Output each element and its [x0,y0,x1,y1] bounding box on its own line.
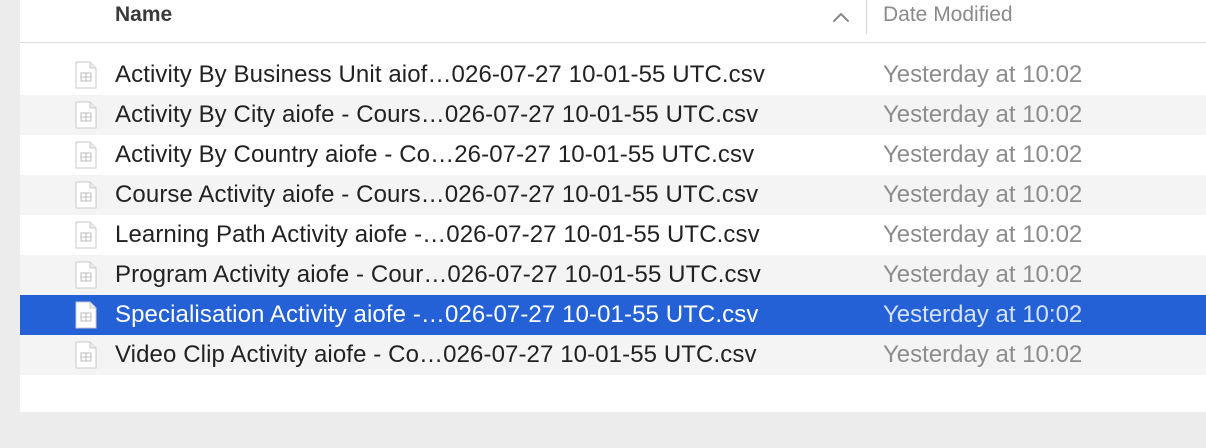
file-row[interactable]: Program Activity aiofe - Cour…026-07-27 … [20,255,1206,295]
file-date-modified: Yesterday at 10:02 [883,141,1083,168]
date-modified-column-header[interactable]: Date Modified [883,3,1013,27]
chevron-up-icon[interactable] [830,8,852,26]
file-name: Learning Path Activity aiofe -…026-07-27… [115,221,760,248]
csv-file-icon [75,341,97,369]
file-name: Program Activity aiofe - Cour…026-07-27 … [115,261,761,288]
file-date-modified: Yesterday at 10:02 [883,61,1083,88]
csv-file-icon [75,221,97,249]
file-row-selected[interactable]: Specialisation Activity aiofe -…026-07-2… [20,295,1206,335]
file-date-modified: Yesterday at 10:02 [883,301,1083,328]
file-name: Activity By Business Unit aiof…026-07-27… [115,61,765,88]
csv-file-icon [75,301,97,329]
sidebar-edge [0,0,20,448]
file-row[interactable]: Activity By Business Unit aiof…026-07-27… [20,55,1206,95]
file-row[interactable]: Learning Path Activity aiofe -…026-07-27… [20,215,1206,255]
column-divider[interactable] [866,0,867,34]
csv-file-icon [75,261,97,289]
file-date-modified: Yesterday at 10:02 [883,341,1083,368]
csv-file-icon [75,61,97,89]
file-name: Course Activity aiofe - Cours…026-07-27 … [115,181,759,208]
file-name: Activity By Country aiofe - Co…26-07-27 … [115,141,755,168]
file-name: Video Clip Activity aiofe - Co…026-07-27… [115,341,757,368]
file-rows: Activity By Business Unit aiof…026-07-27… [20,55,1206,375]
file-date-modified: Yesterday at 10:02 [883,221,1083,248]
name-column-header[interactable]: Name [115,3,172,27]
finder-window: Name Date Modified Activity By Business … [0,0,1206,448]
csv-file-icon [75,141,97,169]
file-row[interactable]: Activity By City aiofe - Cours…026-07-27… [20,95,1206,135]
file-date-modified: Yesterday at 10:02 [883,101,1083,128]
file-date-modified: Yesterday at 10:02 [883,261,1083,288]
column-header: Name Date Modified [20,0,1206,43]
file-name: Specialisation Activity aiofe -…026-07-2… [115,301,759,328]
file-date-modified: Yesterday at 10:02 [883,181,1083,208]
file-row[interactable]: Course Activity aiofe - Cours…026-07-27 … [20,175,1206,215]
csv-file-icon [75,101,97,129]
csv-file-icon [75,181,97,209]
file-row[interactable]: Video Clip Activity aiofe - Co…026-07-27… [20,335,1206,375]
file-name: Activity By City aiofe - Cours…026-07-27… [115,101,759,128]
file-row[interactable]: Activity By Country aiofe - Co…26-07-27 … [20,135,1206,175]
